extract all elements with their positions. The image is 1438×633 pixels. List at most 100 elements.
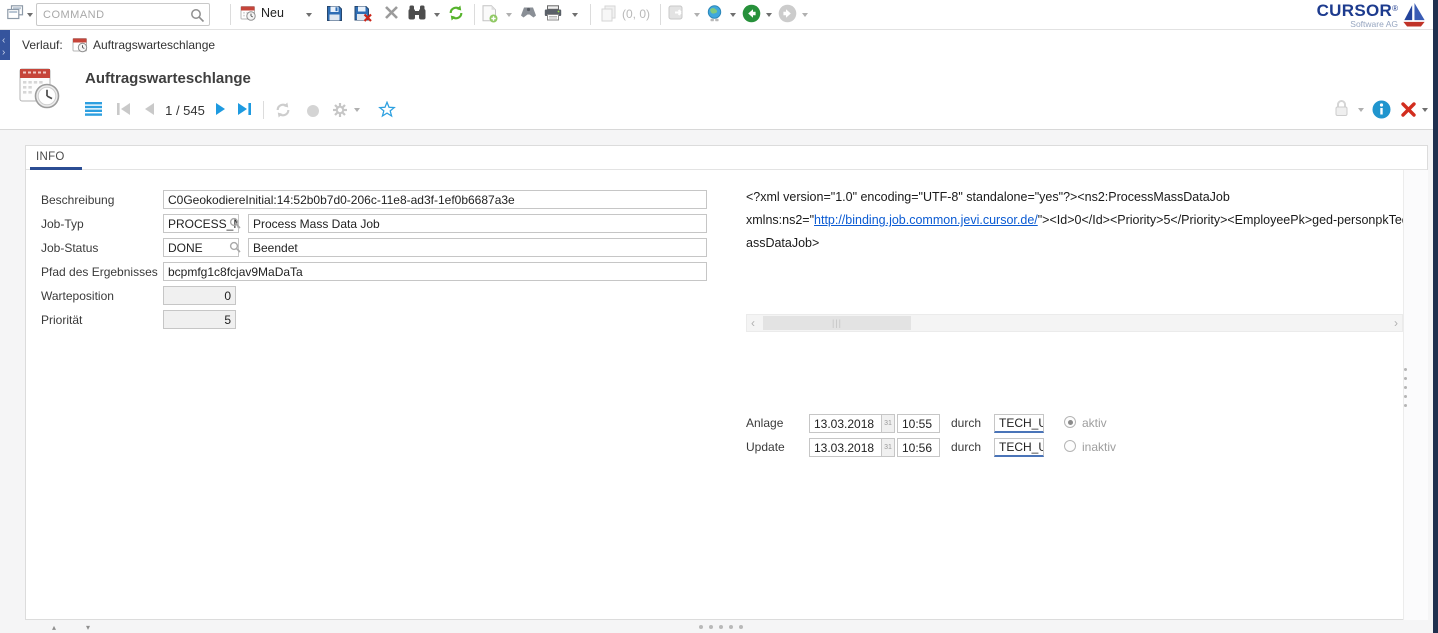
xml-line-1: <?xml version="1.0" encoding="UTF-8" sta… (746, 190, 1403, 210)
beschreibung-input[interactable]: C0GeokodiereInitial:14:52b0b7d0-206c-11e… (163, 190, 707, 209)
previous-record-icon (143, 102, 156, 116)
main-toolbar: Neu (0, 0) (0, 0, 1438, 30)
search-dropdown-caret[interactable] (434, 13, 440, 17)
globe-link-icon (706, 5, 723, 22)
application-window: Neu (0, 0) (0, 0, 1438, 633)
scrollbar-thumb[interactable]: ||| (763, 316, 911, 330)
job-status-code-input[interactable]: DONE (163, 238, 239, 257)
first-record-button[interactable] (116, 102, 132, 116)
cascade-dropdown-caret[interactable] (27, 13, 33, 17)
inaktiv-radio-label: inaktiv (1082, 440, 1116, 454)
pfad-input[interactable]: bcpmfg1c8fcjav9MaDaTa (163, 262, 707, 281)
binoculars-icon (408, 5, 426, 20)
xml-line-3: assDataJob> (746, 236, 1403, 256)
command-input[interactable] (43, 6, 183, 23)
calendar-clock-icon (240, 5, 256, 21)
history-item-auftragswarteschlange[interactable]: Auftragswarteschlange (93, 38, 215, 52)
entity-header: Auftragswarteschlange 1 / 545 (0, 60, 1433, 130)
lock-button[interactable] (1332, 98, 1351, 118)
save-and-delete-button[interactable] (354, 5, 372, 22)
job-typ-lookup-icon[interactable] (229, 217, 241, 229)
warteposition-input[interactable]: 0 (163, 286, 236, 305)
info-button[interactable] (1372, 100, 1391, 119)
anlage-date-input[interactable]: 13.03.2018 (809, 414, 882, 433)
save-button[interactable] (326, 5, 343, 22)
status-circle-button[interactable] (306, 104, 320, 118)
update-date-input[interactable]: 13.03.2018 (809, 438, 882, 457)
delete-button[interactable] (384, 5, 399, 20)
lock-icon (1332, 98, 1351, 118)
search-icon[interactable] (190, 8, 205, 23)
settings-dropdown-caret[interactable] (354, 108, 360, 112)
anlage-time-input[interactable]: 10:55 (897, 414, 940, 433)
collapse-left-icon[interactable]: ‹ (2, 36, 5, 46)
save-icon (326, 5, 343, 22)
prioritaet-input[interactable]: 5 (163, 310, 236, 329)
close-dropdown-caret[interactable] (1422, 108, 1428, 112)
print-button[interactable] (544, 5, 562, 21)
warteposition-label: Warteposition (41, 289, 114, 303)
print-dropdown-caret[interactable] (572, 13, 578, 17)
job-status-text-input[interactable]: Beendet (248, 238, 707, 257)
tab-info[interactable]: INFO (36, 151, 65, 163)
clipboard-counter: (0, 0) (622, 7, 650, 21)
xml-namespace-link[interactable]: http://binding.job.common.jevi.cursor.de… (814, 213, 1038, 227)
export-button[interactable] (668, 5, 686, 21)
new-document-button[interactable] (482, 5, 498, 23)
record-position: 1 / 545 (162, 103, 208, 118)
inaktiv-radio[interactable] (1064, 440, 1076, 452)
favorite-button[interactable] (378, 101, 396, 118)
export-dropdown-caret[interactable] (694, 13, 700, 17)
web-link-caret[interactable] (730, 13, 736, 17)
update-user-input[interactable]: TECH_U (994, 438, 1044, 457)
new-document-caret[interactable] (506, 13, 512, 17)
navigate-forward-button[interactable] (778, 4, 797, 23)
scroll-right-icon[interactable]: › (1394, 316, 1398, 331)
forward-dropdown-caret[interactable] (802, 13, 808, 17)
back-dropdown-caret[interactable] (766, 13, 772, 17)
right-panel-edge (1433, 0, 1438, 633)
xml-horizontal-scrollbar[interactable]: ‹ ||| › (746, 314, 1403, 332)
list-view-button[interactable] (85, 102, 102, 116)
refresh-button[interactable] (448, 5, 464, 21)
window-cascade-button[interactable] (7, 5, 24, 21)
brand-subtitle: Software AG (1317, 20, 1398, 29)
search-records-button[interactable] (408, 5, 426, 20)
gamepad-icon (520, 5, 537, 19)
job-status-lookup-icon[interactable] (229, 241, 241, 253)
update-calendar-button[interactable]: 31 (881, 438, 895, 457)
tools-button[interactable] (520, 5, 537, 19)
anlage-user-input[interactable]: TECH_U (994, 414, 1044, 433)
navigate-back-button[interactable] (742, 4, 761, 23)
new-dropdown-caret[interactable] (306, 13, 312, 17)
clipboard-button[interactable]: (0, 0) (600, 5, 650, 22)
next-record-button[interactable] (214, 102, 227, 116)
refresh-icon (448, 5, 464, 21)
brand-name: CURSOR (1317, 1, 1392, 20)
update-time-input[interactable]: 10:56 (897, 438, 940, 457)
job-typ-code-input[interactable]: PROCESS_M (163, 214, 239, 233)
new-record-button[interactable]: Neu (240, 5, 284, 21)
active-tab-underline (30, 167, 82, 170)
scroll-left-icon[interactable]: ‹ (751, 316, 755, 331)
anlage-label: Anlage (746, 416, 783, 430)
info-icon (1372, 100, 1391, 119)
anlage-calendar-button[interactable]: 31 (881, 414, 895, 433)
scroll-down-icon[interactable]: ▾ (86, 623, 90, 632)
previous-record-button[interactable] (143, 102, 156, 116)
tab-strip: INFO (26, 146, 1427, 170)
export-icon (668, 5, 686, 21)
printer-icon (544, 5, 562, 21)
hamburger-list-icon (85, 102, 102, 116)
close-button[interactable] (1400, 101, 1417, 118)
scroll-up-icon[interactable]: ▴ (52, 623, 56, 632)
last-record-button[interactable] (237, 102, 253, 116)
job-typ-text-input[interactable]: Process Mass Data Job (248, 214, 707, 233)
settings-button[interactable] (332, 102, 348, 118)
aktiv-radio[interactable] (1064, 416, 1076, 428)
save-delete-icon (354, 5, 372, 22)
expand-left-icon[interactable]: › (2, 48, 5, 58)
reload-record-button[interactable] (275, 102, 291, 118)
lock-dropdown-caret[interactable] (1358, 108, 1364, 112)
web-link-button[interactable] (706, 5, 723, 22)
